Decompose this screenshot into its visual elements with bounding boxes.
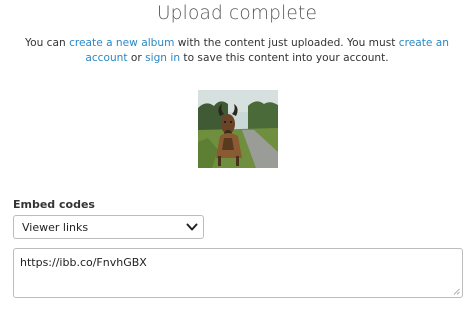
embed-code-value: https://ibb.co/FnvhGBX [20,256,147,269]
embed-codes-label: Embed codes [13,198,95,211]
embed-code-textarea[interactable]: https://ibb.co/FnvhGBX [13,248,463,298]
embed-type-selected: Viewer links [22,221,89,234]
upload-message: You can create a new album with the cont… [8,36,466,65]
message-text-3: or [127,51,146,64]
message-text-1: You can [25,37,70,49]
sign-in-link[interactable]: sign in [145,52,180,64]
resize-grip-icon[interactable] [453,288,460,295]
goat-image [198,90,278,168]
chevron-down-icon [186,223,198,231]
uploaded-image-thumbnail[interactable] [198,90,278,168]
embed-type-select[interactable]: Viewer links [13,215,204,239]
page-title: Upload complete [156,3,318,24]
message-text-4: to save this content into your account. [180,51,389,64]
create-album-link[interactable]: create a new album [69,37,174,49]
upload-complete-page: Upload complete You can create a new alb… [0,0,474,316]
message-text-2: with the content just uploaded. You must [174,37,399,49]
